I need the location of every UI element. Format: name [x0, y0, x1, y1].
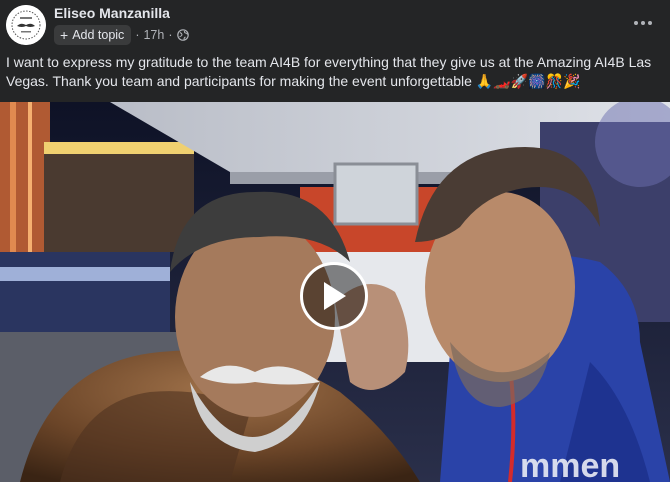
post-header: Eliseo Manzanilla + Add topic · 17h ·: [0, 0, 670, 48]
post-text: I want to express my gratitude to the te…: [6, 53, 666, 91]
add-topic-button[interactable]: + Add topic: [54, 25, 132, 45]
more-dot-icon: [648, 21, 652, 25]
meta-separator: ·: [135, 28, 140, 42]
post-emojis: 🙏🏎️🚀🎆🎊🎉: [475, 73, 581, 89]
avatar-logo-icon: [6, 5, 46, 45]
more-dot-icon: [634, 21, 638, 25]
meta-separator-2: ·: [168, 28, 173, 42]
more-options-button[interactable]: [628, 10, 658, 36]
add-topic-label: Add topic: [72, 28, 125, 42]
post-timestamp[interactable]: 17h: [143, 28, 164, 42]
video-player[interactable]: mmen: [0, 102, 670, 482]
more-dot-icon: [641, 21, 645, 25]
svg-text:mmen: mmen: [520, 447, 620, 482]
globe-icon[interactable]: [176, 29, 189, 41]
plus-icon: +: [60, 27, 69, 43]
author-name[interactable]: Eliseo Manzanilla: [54, 5, 170, 21]
avatar[interactable]: [6, 5, 46, 45]
post-meta: + Add topic · 17h ·: [54, 25, 189, 45]
play-icon: [324, 282, 346, 310]
play-button[interactable]: [300, 262, 368, 330]
